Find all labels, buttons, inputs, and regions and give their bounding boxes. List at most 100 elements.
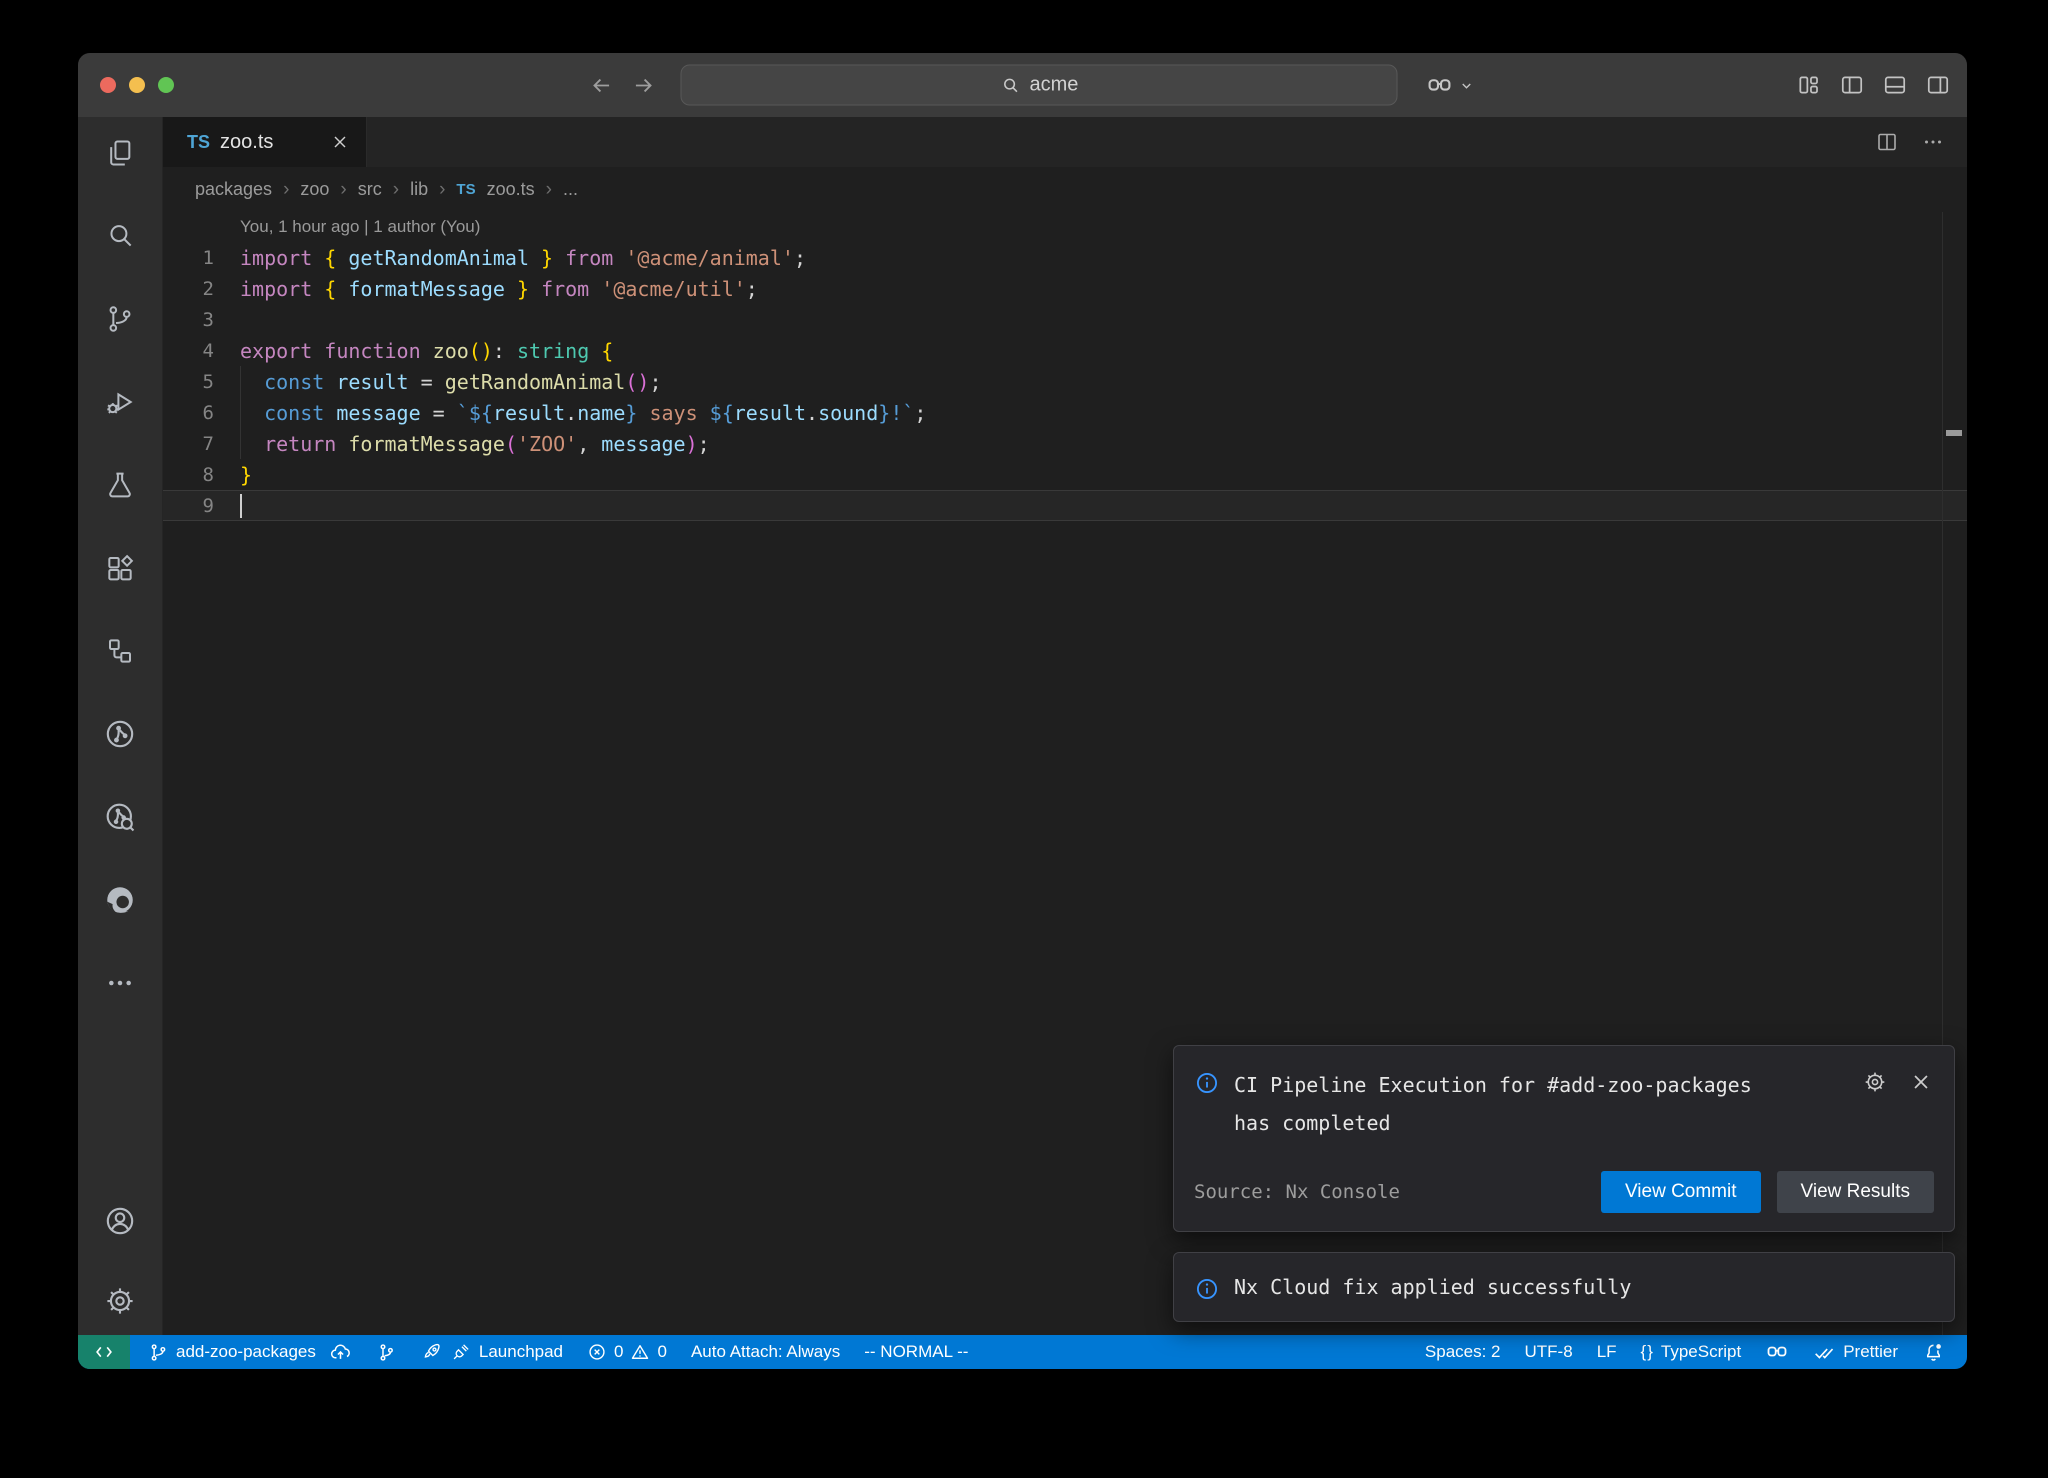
line-number[interactable]: 9	[163, 495, 214, 517]
view-results-button[interactable]: View Results	[1777, 1171, 1934, 1213]
text-cursor	[240, 494, 242, 518]
remote-indicator[interactable]	[78, 1335, 130, 1369]
statusbar-vim-mode[interactable]: -- NORMAL --	[852, 1335, 980, 1369]
nx-console-icon[interactable]	[96, 627, 144, 675]
breadcrumb-item[interactable]: lib	[410, 179, 428, 200]
line-number[interactable]: 3	[163, 309, 214, 331]
statusbar-commit-graph[interactable]	[364, 1335, 409, 1369]
window-controls	[100, 77, 174, 93]
statusbar-problems[interactable]: 0 0	[575, 1335, 679, 1369]
command-center-search[interactable]: acme	[680, 65, 1397, 106]
info-icon	[1194, 1070, 1220, 1096]
code-text: const message = `${result.name} says ${r…	[214, 401, 926, 425]
search-value: acme	[1029, 74, 1078, 97]
notification-close-icon[interactable]	[1908, 1069, 1934, 1095]
git-blame-annotation: You, 1 hour ago | 1 author (You)	[163, 212, 1967, 242]
statusbar-language[interactable]: {} TypeScript	[1629, 1335, 1754, 1369]
testing-icon[interactable]	[96, 461, 144, 509]
settings-gear-icon[interactable]	[96, 1277, 144, 1325]
forward-arrow-icon[interactable]	[630, 72, 656, 98]
info-icon	[1194, 1276, 1220, 1302]
copilot-icon	[1765, 1340, 1789, 1364]
cloud-upload-icon	[329, 1341, 352, 1364]
close-window-button[interactable]	[100, 77, 116, 93]
breadcrumb-item[interactable]: zoo	[300, 179, 329, 200]
breadcrumb-item[interactable]: packages	[195, 179, 272, 200]
line-number[interactable]: 8	[163, 464, 214, 486]
code-line-2[interactable]: 2import { formatMessage } from '@acme/ut…	[163, 273, 1967, 304]
editor-area: TS zoo.ts packages› zoo›	[163, 117, 1967, 1335]
copilot-menu[interactable]	[1425, 71, 1475, 99]
toggle-panel-icon[interactable]	[1882, 72, 1908, 98]
code-text: return formatMessage('ZOO', message);	[214, 432, 710, 456]
back-arrow-icon[interactable]	[588, 72, 614, 98]
gitlens-inspect-icon[interactable]	[96, 793, 144, 841]
git-branch-icon	[148, 1342, 169, 1363]
activity-bar	[78, 117, 163, 1335]
view-commit-button[interactable]: View Commit	[1601, 1171, 1761, 1213]
typescript-file-icon: TS	[187, 132, 210, 153]
code-line-9[interactable]: 9	[163, 490, 1967, 521]
toggle-sidebar-right-icon[interactable]	[1925, 72, 1951, 98]
source-control-icon[interactable]	[96, 295, 144, 343]
code-line-1[interactable]: 1import { getRandomAnimal } from '@acme/…	[163, 242, 1967, 273]
breadcrumb-item-file[interactable]: zoo.ts	[487, 179, 535, 200]
commit-graph-icon	[376, 1342, 397, 1363]
line-number[interactable]: 1	[163, 247, 214, 269]
chevron-down-icon	[1457, 76, 1475, 94]
code-text: export function zoo(): string {	[214, 339, 613, 363]
tab-zoo-ts[interactable]: TS zoo.ts	[163, 117, 367, 167]
breadcrumb-item[interactable]: src	[358, 179, 382, 200]
code-line-6[interactable]: 6 const message = `${result.name} says $…	[163, 397, 1967, 428]
statusbar-auto-attach[interactable]: Auto Attach: Always	[679, 1335, 852, 1369]
line-number[interactable]: 2	[163, 278, 214, 300]
toggle-sidebar-left-icon[interactable]	[1839, 72, 1865, 98]
copilot-icon	[1425, 71, 1453, 99]
code-line-3[interactable]: 3	[163, 304, 1967, 335]
code-text	[214, 494, 242, 518]
tab-close-icon[interactable]	[330, 132, 350, 152]
extensions-icon[interactable]	[96, 544, 144, 592]
braces-icon: {}	[1641, 1342, 1654, 1362]
notification-source: Source: Nx Console	[1194, 1181, 1400, 1203]
breadcrumb: packages› zoo› src› lib› TS zoo.ts› ...	[163, 167, 1967, 212]
minimize-window-button[interactable]	[129, 77, 145, 93]
edge-tools-icon[interactable]	[96, 876, 144, 924]
gitlens-icon[interactable]	[96, 710, 144, 758]
statusbar-encoding[interactable]: UTF-8	[1513, 1335, 1585, 1369]
customize-layout-icon[interactable]	[1796, 72, 1822, 98]
split-editor-icon[interactable]	[1875, 130, 1899, 154]
warning-count: 0	[657, 1342, 666, 1362]
line-number[interactable]: 7	[163, 433, 214, 455]
line-number[interactable]: 5	[163, 371, 214, 393]
error-count: 0	[614, 1342, 623, 1362]
statusbar-copilot[interactable]	[1753, 1335, 1801, 1369]
notification-center: CI Pipeline Execution for #add-zoo-packa…	[1173, 1045, 1955, 1322]
search-sidebar-icon[interactable]	[96, 212, 144, 260]
breadcrumb-item-symbol[interactable]: ...	[563, 179, 578, 200]
code-editor[interactable]: You, 1 hour ago | 1 author (You) 1import…	[163, 212, 1967, 1335]
notification-settings-gear-icon[interactable]	[1862, 1069, 1888, 1095]
code-line-7[interactable]: 7 return formatMessage('ZOO', message);	[163, 428, 1967, 459]
maximize-window-button[interactable]	[158, 77, 174, 93]
statusbar-branch[interactable]: add-zoo-packages	[136, 1335, 364, 1369]
account-icon[interactable]	[96, 1197, 144, 1245]
plug-icon	[450, 1341, 472, 1363]
explorer-icon[interactable]	[96, 129, 144, 177]
code-line-5[interactable]: 5 const result = getRandomAnimal();	[163, 366, 1967, 397]
search-icon	[999, 74, 1021, 96]
code-line-8[interactable]: 8}	[163, 459, 1967, 490]
run-debug-icon[interactable]	[96, 378, 144, 426]
statusbar-notifications-bell[interactable]	[1910, 1335, 1957, 1369]
statusbar-formatter[interactable]: Prettier	[1801, 1335, 1910, 1369]
notification-toast: Nx Cloud fix applied successfully	[1173, 1252, 1955, 1322]
code-line-4[interactable]: 4export function zoo(): string {	[163, 335, 1967, 366]
statusbar-eol[interactable]: LF	[1585, 1335, 1629, 1369]
more-views-icon[interactable]	[96, 959, 144, 1007]
statusbar-indentation[interactable]: Spaces: 2	[1413, 1335, 1513, 1369]
more-actions-icon[interactable]	[1921, 130, 1945, 154]
line-number[interactable]: 6	[163, 402, 214, 424]
line-number[interactable]: 4	[163, 340, 214, 362]
statusbar-launchpad[interactable]: Launchpad	[409, 1335, 575, 1369]
code-text: const result = getRandomAnimal();	[214, 370, 662, 394]
